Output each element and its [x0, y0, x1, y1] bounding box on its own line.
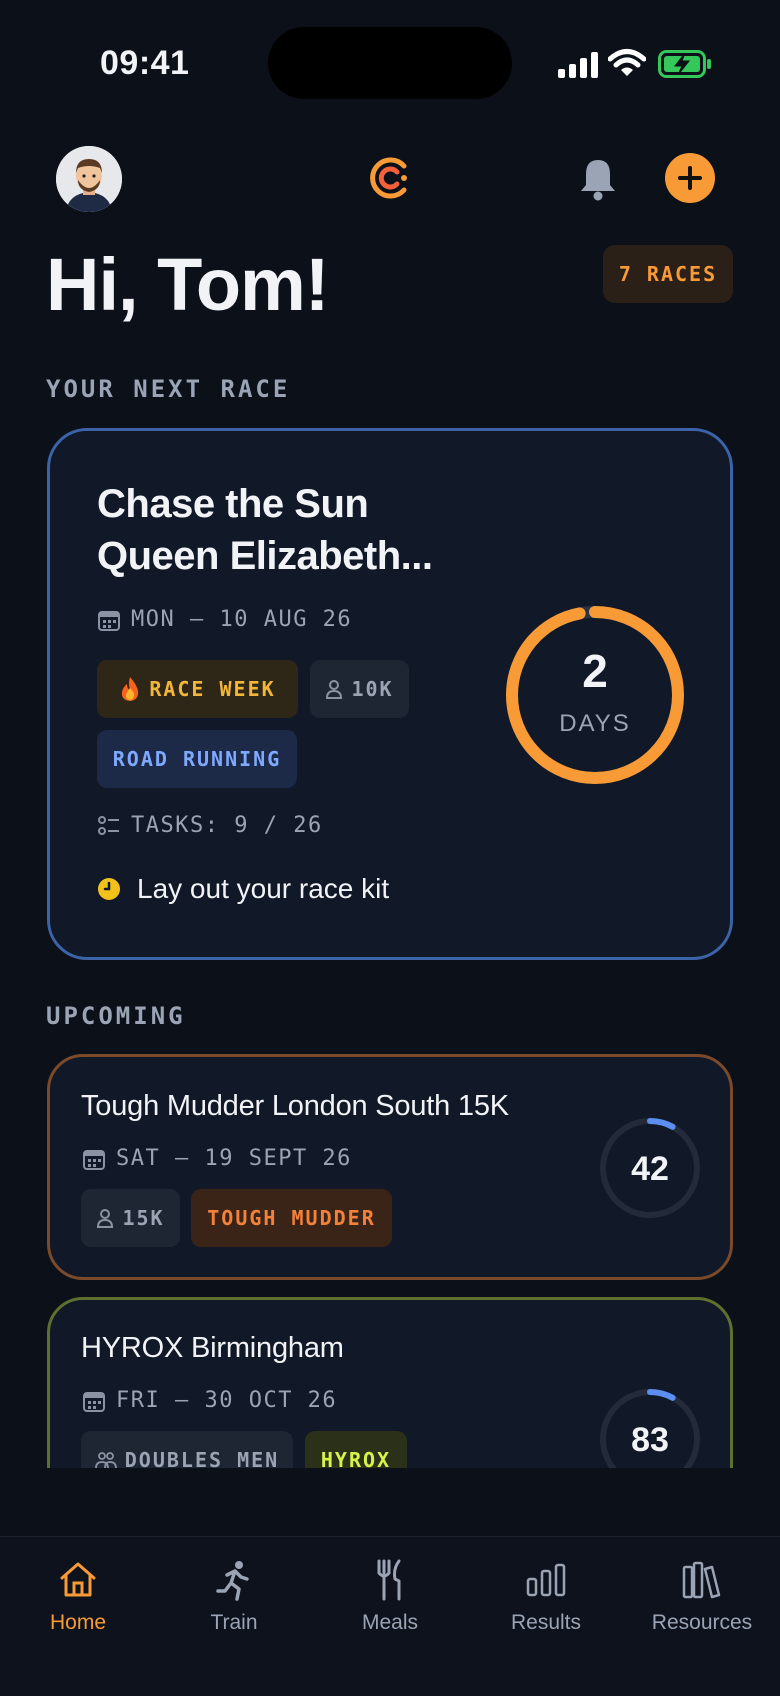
plus-icon [678, 166, 702, 190]
tasks-row: TASKS: 9 / 26 [97, 813, 323, 838]
notifications-bell-icon[interactable] [578, 157, 618, 201]
greeting-title: Hi, Tom! [46, 243, 329, 326]
utensils-icon [377, 1559, 401, 1601]
participants-label: DOUBLES MEN [124, 1448, 280, 1468]
calendar-icon [98, 610, 120, 631]
days-value: 83 [631, 1421, 669, 1459]
runner-icon [216, 1561, 249, 1601]
distance-chip: 10K [310, 660, 409, 718]
road-running-chip: ROAD RUNNING [97, 730, 297, 788]
status-time: 09:41 [100, 44, 190, 82]
tab-train[interactable]: Train [156, 1559, 312, 1635]
avatar[interactable] [56, 146, 122, 212]
category-chip: HYROX [305, 1431, 407, 1468]
upcoming-race-title: HYROX Birmingham [81, 1332, 344, 1364]
tab-train-label: Train [210, 1611, 258, 1634]
cellular-signal-icon [558, 52, 598, 78]
calendar-icon [83, 1391, 105, 1412]
upcoming-race-date-row: FRI – 30 OCT 26 [82, 1388, 337, 1413]
fire-icon [122, 677, 139, 701]
battery-charging-icon [658, 50, 711, 78]
distance-label: 10K [351, 677, 394, 701]
next-race-date-row: MON – 10 AUG 26 [97, 607, 352, 632]
days-ring: 42 [600, 1118, 700, 1218]
next-race-title-line1: Chase the Sun [97, 482, 369, 526]
person-icon [326, 680, 343, 699]
calendar-icon [83, 1149, 105, 1170]
distance-chip: 15K [81, 1189, 180, 1247]
tab-bar: Home Train Meals Results Resources [0, 1536, 780, 1696]
distance-label: 15K [122, 1206, 165, 1230]
upcoming-race-date: FRI – 30 OCT 26 [116, 1388, 338, 1413]
add-race-button[interactable] [665, 153, 715, 203]
next-race-title: Chase the Sun Queen Elizabeth... [97, 478, 497, 582]
tab-resources-label: Resources [651, 1611, 753, 1634]
upcoming-section-label: UPCOMING [46, 1002, 186, 1030]
countdown-unit: DAYS [559, 710, 631, 737]
tab-home-label: Home [49, 1611, 107, 1634]
upcoming-race-title: Tough Mudder London South 15K [81, 1090, 509, 1122]
current-task[interactable]: Lay out your race kit [97, 873, 389, 905]
days-value: 42 [631, 1150, 669, 1188]
checklist-icon [98, 815, 119, 835]
category-chip: TOUGH MUDDER [191, 1189, 392, 1247]
race-week-chip: RACE WEEK [97, 660, 298, 718]
participants-chip: DOUBLES MEN [81, 1431, 293, 1468]
race-week-label: RACE WEEK [149, 677, 276, 701]
tab-home[interactable]: Home [0, 1559, 156, 1635]
next-race-section-label: YOUR NEXT RACE [46, 375, 291, 403]
races-count-badge[interactable]: 7 RACES [603, 245, 733, 303]
tab-meals-label: Meals [361, 1611, 419, 1634]
person-icon [97, 1209, 114, 1228]
upcoming-race-date-row: SAT – 19 SEPT 26 [82, 1146, 352, 1171]
wifi-icon [608, 49, 646, 76]
tab-meals[interactable]: Meals [312, 1559, 468, 1635]
upcoming-race-date: SAT – 19 SEPT 26 [116, 1146, 352, 1171]
tab-resources[interactable]: Resources [624, 1559, 780, 1635]
tasks-progress: TASKS: 9 / 26 [131, 813, 323, 838]
app-logo-icon [370, 157, 407, 199]
two-people-icon [94, 1452, 117, 1468]
countdown-value: 2 [582, 645, 608, 697]
tab-results[interactable]: Results [468, 1559, 624, 1635]
clock-icon [98, 878, 120, 900]
tab-results-label: Results [510, 1611, 582, 1634]
next-race-date: MON – 10 AUG 26 [131, 607, 353, 632]
dynamic-island [268, 27, 512, 99]
countdown-ring: 2 DAYS [506, 606, 684, 784]
scroll-clip: HYROX Birmingham FRI – 30 OCT 26 DOUBLES… [0, 1296, 780, 1468]
bar-chart-icon [526, 1563, 566, 1597]
home-icon [60, 1562, 96, 1597]
books-icon [682, 1561, 721, 1599]
days-ring: 83 [600, 1389, 700, 1468]
next-race-title-line2: Queen Elizabeth... [97, 534, 433, 578]
user-avatar-icon [56, 146, 122, 212]
current-task-label: Lay out your race kit [137, 873, 390, 904]
